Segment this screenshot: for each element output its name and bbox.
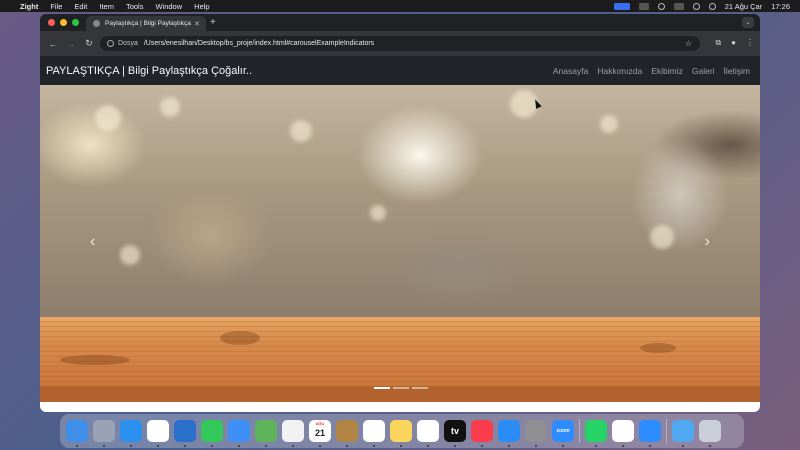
nav-link-anasayfa[interactable]: Anasayfa: [553, 66, 588, 76]
trash-icon[interactable]: [699, 420, 721, 447]
finder-icon[interactable]: [66, 420, 88, 447]
hero-carousel: ‹ ›: [40, 85, 760, 402]
control-center-icon[interactable]: [708, 2, 716, 10]
macos-dock: AĞU 21 tv zoom: [60, 414, 744, 448]
photos-icon[interactable]: [282, 420, 304, 447]
site-nav-links: Anasayfa Hakkımızda Ekibimiz Galeri İlet…: [553, 66, 750, 76]
site-navbar: PAYLAŞTIKÇA | Bilgi Paylaştıkça Çoğalır.…: [40, 56, 760, 85]
reload-icon[interactable]: ↻: [84, 38, 94, 49]
tab-favicon-icon: [93, 20, 100, 27]
tab-close-icon[interactable]: ✕: [194, 20, 200, 28]
safari-icon[interactable]: [120, 420, 142, 447]
new-tab-button[interactable]: +: [210, 17, 216, 28]
address-bar[interactable]: Dosya /Users/enesilhan/Desktop/bs_proje/…: [100, 36, 700, 51]
system-settings-icon[interactable]: [525, 420, 547, 447]
tab-search-button[interactable]: ⌄: [742, 17, 754, 28]
reminders-icon[interactable]: [363, 420, 385, 447]
menubar-status-area: 21 Ağu Çar 17:26: [613, 2, 790, 11]
close-window-button[interactable]: [48, 19, 55, 26]
appletv-icon[interactable]: tv: [444, 420, 466, 447]
carousel-prev-icon[interactable]: ‹: [90, 233, 95, 251]
bookmark-star-icon[interactable]: ☆: [685, 39, 692, 48]
menu-edit[interactable]: Edit: [74, 2, 87, 11]
mail-icon[interactable]: [228, 420, 250, 447]
notes-icon[interactable]: [390, 420, 412, 447]
carousel-next-icon[interactable]: ›: [705, 233, 710, 251]
notes-app-icon[interactable]: [336, 420, 358, 447]
menu-window[interactable]: Window: [155, 2, 182, 11]
extensions-icon[interactable]: ⧉: [715, 38, 721, 48]
launchpad-icon[interactable]: [93, 420, 115, 447]
nav-link-galeri[interactable]: Galeri: [692, 66, 715, 76]
browser-window: Paylaştıkça | Bilgi Paylaştıkça ✕ + ⌄ ← …: [40, 14, 760, 412]
appstore-icon[interactable]: [498, 420, 520, 447]
window-controls: [48, 19, 79, 26]
carousel-indicator-3[interactable]: [412, 387, 428, 389]
macos-menu-bar: Zight File Edit Item Tools Window Help 2…: [0, 0, 800, 12]
menu-item[interactable]: Item: [99, 2, 114, 11]
url-scheme-chip: Dosya: [118, 40, 138, 47]
site-brand[interactable]: PAYLAŞTIKÇA | Bilgi Paylaştıkça Çoğalır.…: [46, 65, 252, 77]
carousel-slide-image: [40, 85, 760, 317]
maps-icon[interactable]: [255, 420, 277, 447]
status-item-icon[interactable]: [638, 2, 649, 10]
music-icon[interactable]: [471, 420, 493, 447]
back-icon[interactable]: ←: [48, 39, 58, 49]
profile-icon[interactable]: ●: [731, 38, 736, 48]
menu-app-name[interactable]: Zight: [20, 2, 38, 11]
menubar-date[interactable]: 21 Ağu Çar: [725, 2, 763, 11]
site-info-icon[interactable]: [107, 40, 114, 47]
menu-help[interactable]: Help: [194, 2, 209, 11]
wifi-icon[interactable]: [692, 2, 700, 10]
chrome-icon[interactable]: [612, 420, 634, 447]
carousel-indicator-2[interactable]: [393, 387, 409, 389]
tab-strip: Paylaştıkça | Bilgi Paylaştıkça ✕ + ⌄: [40, 14, 760, 31]
carousel-indicators: [374, 387, 428, 389]
appletv-label: tv: [450, 426, 459, 436]
freeform-icon[interactable]: [417, 420, 439, 447]
zoom-meetings-icon[interactable]: [639, 420, 661, 447]
status-circle-icon[interactable]: [657, 2, 665, 10]
messages-icon[interactable]: [201, 420, 223, 447]
maximize-window-button[interactable]: [72, 19, 79, 26]
web-page: PAYLAŞTIKÇA | Bilgi Paylaştıkça Çoğalır.…: [40, 56, 760, 412]
whatsapp-icon[interactable]: [585, 420, 607, 447]
dock-separator: [666, 419, 667, 443]
zoom-icon[interactable]: zoom: [552, 420, 574, 447]
carousel-indicator-1[interactable]: [374, 387, 390, 389]
zoom-label: zoom: [556, 428, 570, 434]
menu-file[interactable]: File: [50, 2, 62, 11]
more-menu-icon[interactable]: ⋮: [746, 38, 754, 48]
vscode-icon[interactable]: [174, 420, 196, 447]
calendar-label: 21: [314, 428, 325, 438]
dock-separator: [579, 419, 580, 443]
menu-tools[interactable]: Tools: [126, 2, 144, 11]
downloads-folder-icon[interactable]: [672, 420, 694, 447]
nav-link-ekibimiz[interactable]: Ekibimiz: [651, 66, 683, 76]
nav-link-hakkimizda[interactable]: Hakkımızda: [597, 66, 642, 76]
screen-record-icon[interactable]: [613, 2, 630, 10]
calendar-month-label: AĞU: [315, 421, 325, 426]
tab-title: Paylaştıkça | Bilgi Paylaştıkça: [105, 20, 191, 27]
forward-icon[interactable]: →: [66, 39, 76, 49]
minimize-window-button[interactable]: [60, 19, 67, 26]
toolbar-actions: ⧉ ● ⋮: [715, 38, 754, 48]
wooden-table-surface: [40, 321, 760, 386]
browser-toolbar: ← → ↻ Dosya /Users/enesilhan/Desktop/bs_…: [40, 31, 760, 56]
opera-icon[interactable]: [147, 420, 169, 447]
nav-link-iletisim[interactable]: İletişim: [724, 66, 750, 76]
calendar-icon[interactable]: AĞU 21: [309, 420, 331, 447]
battery-icon[interactable]: [673, 2, 684, 10]
browser-tab[interactable]: Paylaştıkça | Bilgi Paylaştıkça ✕: [86, 16, 206, 31]
menubar-time[interactable]: 17:26: [771, 2, 790, 11]
url-text[interactable]: /Users/enesilhan/Desktop/bs_proje/index.…: [144, 40, 374, 47]
